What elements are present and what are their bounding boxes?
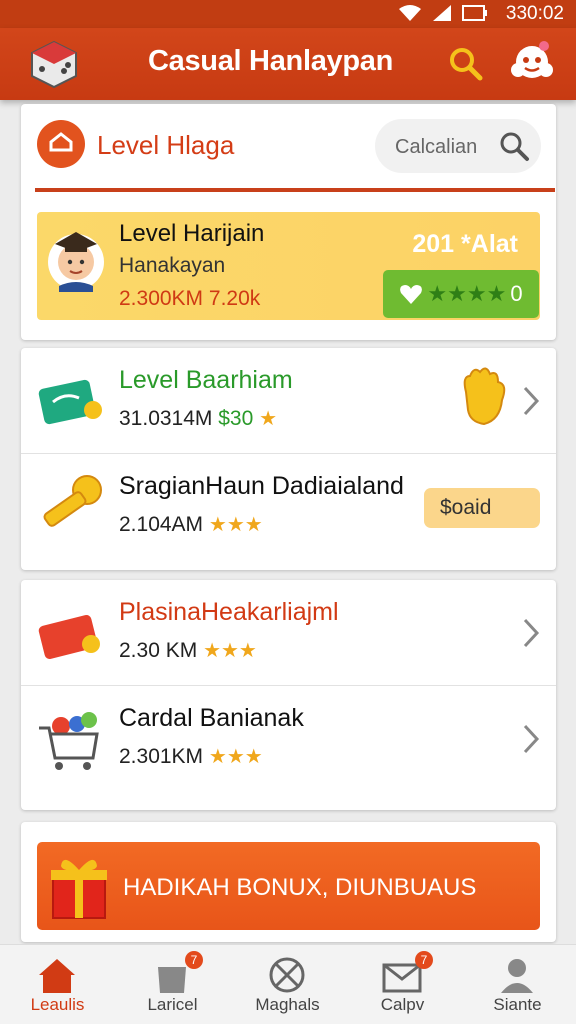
item-meta: 2.301KM ★★★ [119, 744, 263, 769]
nav-badge: 7 [185, 951, 203, 969]
nav-badge: 7 [415, 951, 433, 969]
coupon-icon [38, 615, 100, 659]
price-label: $oaid [440, 496, 492, 519]
rating-value: 0 [510, 281, 523, 306]
rating-button[interactable]: ★★★★ 0 [383, 270, 539, 318]
chevron-right-icon[interactable] [520, 722, 542, 756]
item-stars: ★★★ [208, 514, 263, 536]
bonus-label: HADIKAH BONUX, DIUNBUAUS [123, 874, 477, 901]
item-title: SragianHaun Dadiaialand [119, 472, 404, 500]
bonus-banner[interactable]: HADIKAH BONUX, DIUNBUAUS [37, 842, 540, 930]
bonus-card: HADIKAH BONUX, DIUNBUAUS [21, 822, 556, 942]
featured-name: Level Harijain [119, 220, 265, 247]
ticket-icon [38, 379, 102, 425]
item-distance: 2.30 KM [119, 639, 198, 662]
item-title: Level Baarhiam [119, 366, 293, 394]
status-icons [398, 4, 488, 22]
nav-label: Laricel [147, 995, 198, 1014]
level-list-card-1: Level Baarhiam 31.0314M $30 ★ SragianHau… [21, 348, 556, 570]
item-stars: ★ [259, 408, 278, 430]
nav-label: Leaulis [30, 995, 85, 1014]
nav-item-home[interactable]: Leaulis [0, 945, 115, 1024]
item-distance: 2.301KM [119, 745, 204, 768]
search-label: Level Hlaga [97, 130, 235, 160]
app-bar: Casual Hanlaypan [0, 28, 576, 100]
hand-icon [463, 367, 506, 426]
featured-level-card[interactable]: Level Harijain Hanakayan 2.300KM 7.20k 2… [37, 212, 540, 320]
chevron-right-icon[interactable] [520, 384, 542, 418]
signal-icon [433, 5, 451, 21]
cart-icon [39, 712, 99, 770]
list-item[interactable]: PlasinaHeakarliajml 2.30 KM ★★★ [21, 580, 556, 686]
level-badge-icon [37, 120, 85, 168]
item-title: PlasinaHeakarliajml [119, 598, 339, 626]
magnifier-icon[interactable] [497, 129, 531, 163]
header-divider [35, 188, 555, 192]
featured-stats: 2.300KM 7.20k [119, 287, 261, 310]
rating-stars: ★★★★ [427, 281, 507, 306]
item-distance: 2.104AM [119, 513, 204, 536]
list-item[interactable]: Cardal Banianak 2.301KM ★★★ [21, 686, 556, 792]
status-time: 330:02 [505, 3, 564, 24]
nav-label: Maghals [255, 995, 320, 1014]
search-icon[interactable] [446, 44, 486, 84]
battery-icon [462, 5, 487, 21]
featured-amount: 201 *Alat [412, 230, 518, 258]
nav-label: Calpv [380, 995, 425, 1014]
item-title: Cardal Banianak [119, 704, 304, 732]
featured-subtitle: Hanakayan [119, 254, 226, 277]
price-button[interactable]: $oaid [424, 488, 540, 528]
item-distance: 31.0314M [119, 407, 213, 430]
item-price: $30 [218, 407, 254, 430]
search-placeholder: Calcalian [395, 136, 478, 158]
nav-item-maps[interactable]: Maghals [230, 945, 345, 1024]
avatar [48, 232, 104, 292]
header-card: Level Hlaga Calcalian Level Harijain Han… [21, 104, 556, 340]
bottom-nav: Leaulis 7 Laricel Maghals 7 Calpv Siante [0, 944, 576, 1024]
nav-label: Siante [493, 995, 542, 1014]
item-meta: 31.0314M $30 ★ [119, 406, 277, 431]
app-title: Casual Hanlaypan [148, 45, 394, 77]
chevron-right-icon[interactable] [520, 616, 542, 650]
profile-icon [501, 959, 533, 993]
search-input[interactable]: Calcalian [375, 119, 541, 173]
item-meta: 2.30 KM ★★★ [119, 638, 257, 663]
item-stars: ★★★ [203, 640, 257, 662]
item-stars: ★★★ [208, 746, 263, 768]
nav-item-profile[interactable]: Siante [460, 945, 575, 1024]
list-item[interactable]: SragianHaun Dadiaialand 2.104AM ★★★ $oai… [21, 454, 556, 560]
gift-icon [51, 859, 107, 919]
key-icon [43, 475, 102, 527]
level-list-card-2: PlasinaHeakarliajml 2.30 KM ★★★ Cardal B… [21, 580, 556, 810]
search-row: Level Hlaga Calcalian [21, 104, 556, 190]
nav-item-mail[interactable]: 7 Calpv [345, 945, 460, 1024]
compass-icon [269, 957, 305, 993]
heart-icon [400, 285, 423, 304]
mascot-icon[interactable] [506, 36, 558, 88]
nav-item-level[interactable]: 7 Laricel [115, 945, 230, 1024]
list-item[interactable]: Level Baarhiam 31.0314M $30 ★ [21, 348, 556, 454]
home-icon [39, 959, 75, 993]
app-logo-icon[interactable] [28, 38, 80, 90]
status-bar: 330:02 [0, 0, 576, 28]
wifi-icon [399, 5, 421, 21]
item-meta: 2.104AM ★★★ [119, 512, 263, 537]
